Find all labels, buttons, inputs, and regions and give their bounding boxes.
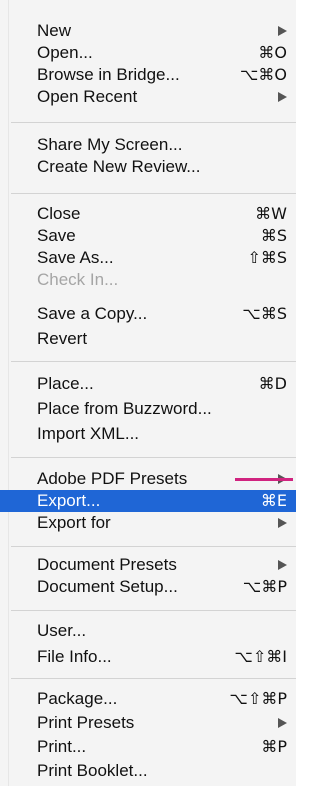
menu-item-label: Close	[37, 204, 81, 223]
menu-item-shortcut: ⌥⌘O	[239, 65, 287, 84]
menu-item-label: Export...	[37, 491, 101, 510]
menu-item-label: Import XML...	[37, 424, 140, 443]
menu-item-label: Open...	[37, 43, 93, 62]
menu-item-shortcut: ⇧⌘S	[247, 248, 287, 267]
menu-item-close[interactable]: Close ⌘W	[0, 203, 296, 225]
menu-item-print[interactable]: Print... ⌘P	[0, 736, 296, 758]
menu-item-check-in: Check In...	[0, 269, 296, 291]
menu-separator	[11, 361, 296, 362]
annotation-underline	[235, 478, 293, 481]
menu-item-label: Document Presets	[37, 555, 177, 574]
menu-item-browse-in-bridge[interactable]: Browse in Bridge... ⌥⌘O	[0, 64, 296, 86]
menu-item-label: Print Booklet...	[37, 761, 148, 780]
menu-item-save-a-copy[interactable]: Save a Copy... ⌥⌘S	[0, 303, 296, 325]
menu-item-label: Package...	[37, 689, 118, 708]
submenu-arrow-icon	[278, 26, 287, 36]
menu-item-label: Save As...	[37, 248, 114, 267]
menu-separator	[11, 610, 296, 611]
submenu-arrow-icon	[278, 718, 287, 728]
menu-item-place[interactable]: Place... ⌘D	[0, 373, 296, 395]
menu-item-label: Place...	[37, 374, 94, 393]
menu-item-document-presets[interactable]: Document Presets	[0, 554, 296, 576]
menu-item-shortcut: ⌥⇧⌘I	[234, 647, 287, 666]
menu-item-new[interactable]: New	[0, 20, 296, 42]
menu-item-label: Browse in Bridge...	[37, 65, 180, 84]
menu-item-label: Revert	[37, 329, 88, 348]
menu-item-label: Save a Copy...	[37, 304, 148, 323]
menu-item-document-setup[interactable]: Document Setup... ⌥⌘P	[0, 576, 296, 598]
menu-item-export-for[interactable]: Export for	[0, 512, 296, 534]
menu-item-package[interactable]: Package... ⌥⇧⌘P	[0, 688, 296, 710]
file-menu: New Open... ⌘O Browse in Bridge... ⌥⌘O O…	[0, 0, 296, 786]
menu-item-label: Share My Screen...	[37, 135, 183, 154]
menu-item-label: Place from Buzzword...	[37, 399, 212, 418]
menu-item-label: Create New Review...	[37, 157, 201, 176]
menu-item-create-new-review[interactable]: Create New Review...	[0, 156, 296, 178]
menu-item-open-recent[interactable]: Open Recent	[0, 86, 296, 108]
menu-item-user[interactable]: User...	[0, 620, 296, 642]
menu-item-label: Open Recent	[37, 87, 138, 106]
menu-item-shortcut: ⌘P	[261, 737, 287, 756]
menu-separator	[11, 122, 296, 123]
menu-item-label: Document Setup...	[37, 577, 178, 596]
menu-item-label: Check In...	[37, 270, 119, 289]
menu-item-save-as[interactable]: Save As... ⇧⌘S	[0, 247, 296, 269]
menu-item-shortcut: ⌘D	[258, 374, 287, 393]
menu-item-shortcut: ⌥⌘S	[242, 304, 287, 323]
menu-item-label: Save	[37, 226, 76, 245]
menu-separator	[11, 678, 296, 679]
menu-item-label: Export for	[37, 513, 111, 532]
menu-item-share-my-screen[interactable]: Share My Screen...	[0, 134, 296, 156]
submenu-arrow-icon	[278, 560, 287, 570]
menu-item-shortcut: ⌘E	[260, 491, 287, 510]
menu-item-place-from-buzzword[interactable]: Place from Buzzword...	[0, 398, 296, 420]
menu-item-shortcut: ⌘O	[258, 43, 287, 62]
menu-item-revert[interactable]: Revert	[0, 328, 296, 350]
menu-item-label: New	[37, 21, 72, 40]
menu-item-save[interactable]: Save ⌘S	[0, 225, 296, 247]
menu-item-export[interactable]: Export... ⌘E	[0, 490, 296, 512]
menu-item-label: Print...	[37, 737, 87, 756]
menu-item-open[interactable]: Open... ⌘O	[0, 42, 296, 64]
menu-separator	[11, 546, 296, 547]
menu-separator	[11, 193, 296, 194]
menu-item-print-presets[interactable]: Print Presets	[0, 712, 296, 734]
menu-separator	[11, 457, 296, 458]
submenu-arrow-icon	[278, 92, 287, 102]
menu-item-shortcut: ⌥⌘P	[242, 577, 287, 596]
menu-item-label: User...	[37, 621, 87, 640]
menu-item-label: Adobe PDF Presets	[37, 469, 188, 488]
menu-item-label: Print Presets	[37, 713, 135, 732]
menu-item-file-info[interactable]: File Info... ⌥⇧⌘I	[0, 646, 296, 668]
menu-item-shortcut: ⌘S	[260, 226, 287, 245]
menu-item-shortcut: ⌥⇧⌘P	[229, 689, 288, 708]
submenu-arrow-icon	[278, 518, 287, 528]
menu-item-print-booklet[interactable]: Print Booklet...	[0, 760, 296, 782]
menu-item-shortcut: ⌘W	[255, 204, 287, 223]
menu-item-label: File Info...	[37, 647, 112, 666]
menu-item-import-xml[interactable]: Import XML...	[0, 423, 296, 445]
